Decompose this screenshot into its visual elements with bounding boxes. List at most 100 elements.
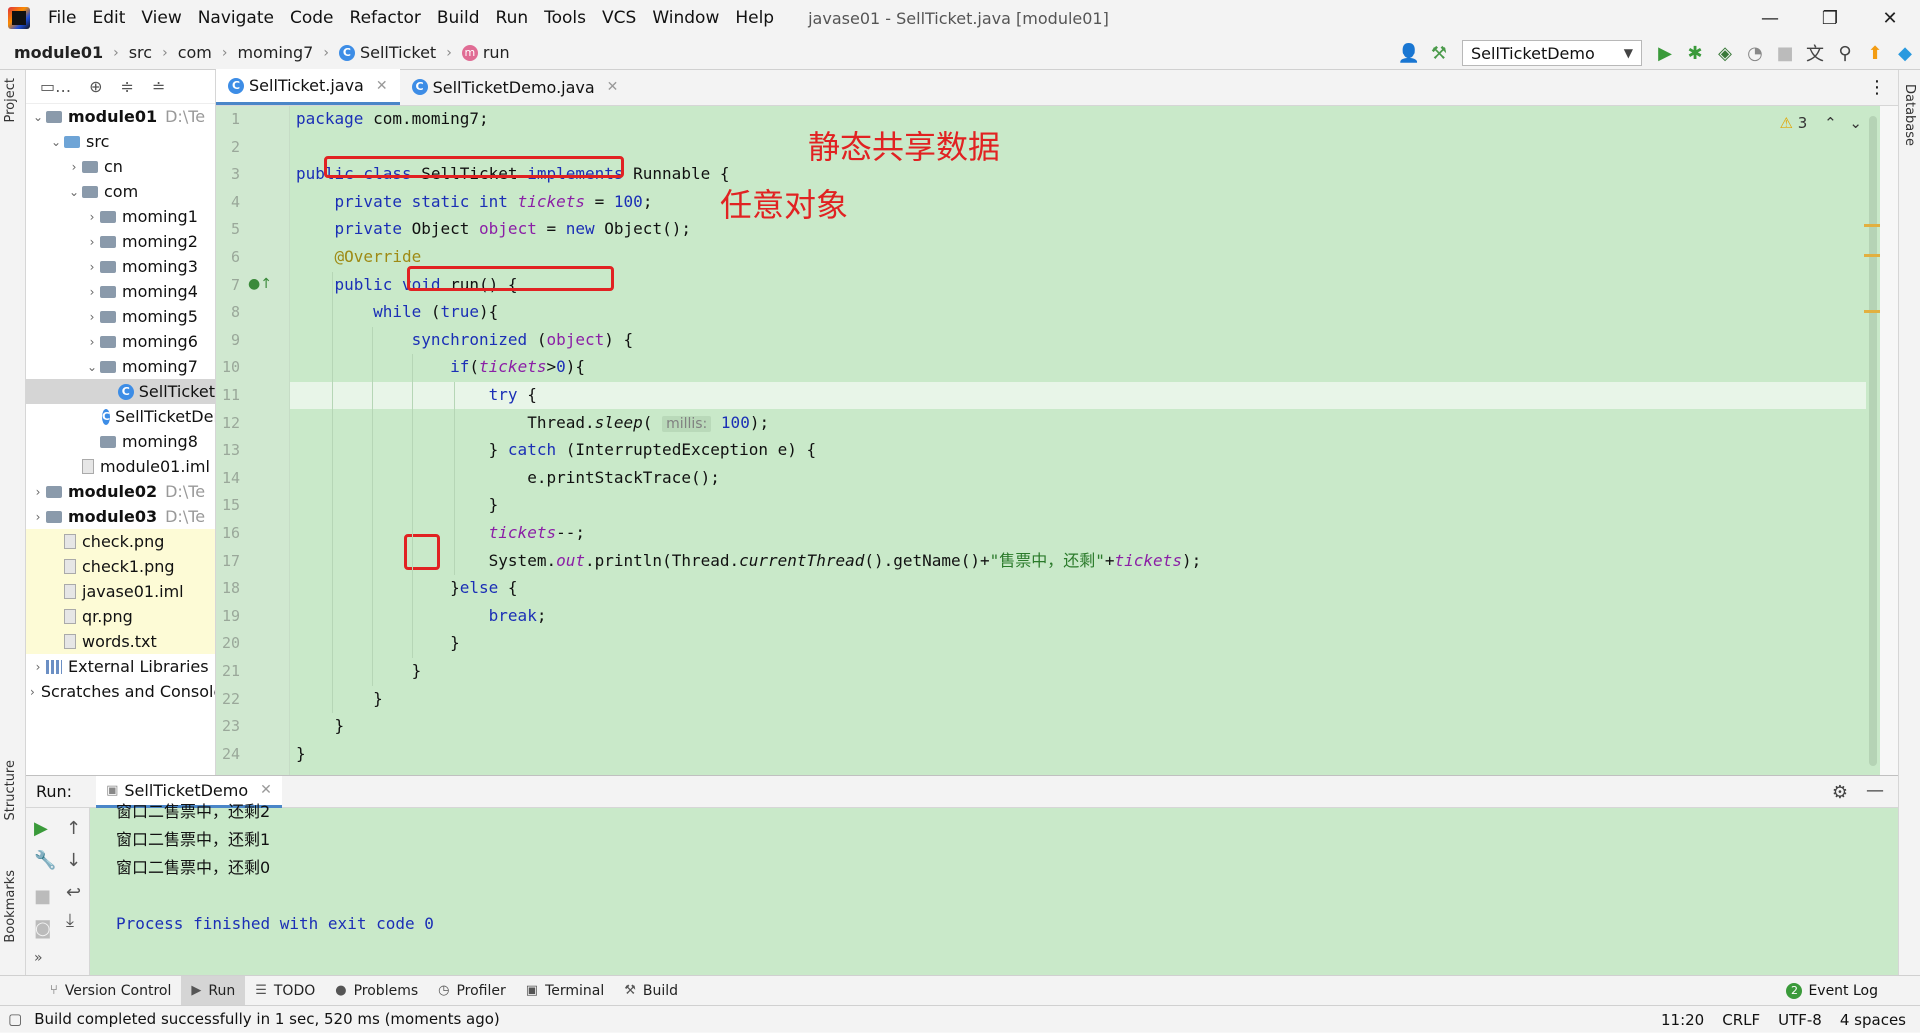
translate-icon[interactable]: 文	[1800, 38, 1830, 68]
menu-build[interactable]: Build	[429, 8, 488, 28]
user-icon[interactable]: 👤	[1394, 38, 1424, 68]
tree-item[interactable]: › moming2	[26, 229, 215, 254]
tree-item[interactable]: CSellTicketDemo	[26, 404, 215, 429]
structure-tool-tab[interactable]: Structure	[3, 760, 18, 820]
tool-tab-problems[interactable]: ● Problems	[325, 976, 428, 1006]
close-icon[interactable]: ✕	[607, 79, 619, 95]
console-output[interactable]: 窗口二售票中，还剩2 窗口二售票中，还剩1 窗口二售票中，还剩0 Process…	[116, 802, 434, 938]
chevron-right-icon[interactable]: ›	[66, 160, 82, 174]
line-separator[interactable]: CRLF	[1722, 1011, 1760, 1029]
warning-marker[interactable]	[1864, 310, 1880, 313]
logo-icon[interactable]: ◆	[1890, 38, 1920, 68]
debug-icon[interactable]: ✱	[1680, 38, 1710, 68]
chevron-right-icon[interactable]: ›	[84, 260, 100, 274]
gear-icon[interactable]: ⚙	[1832, 782, 1848, 803]
minimize-icon[interactable]: —	[1866, 780, 1884, 801]
camera-icon[interactable]: ◙	[34, 918, 51, 939]
hammer-icon[interactable]: ⚒	[1424, 38, 1454, 68]
caret-position[interactable]: 11:20	[1661, 1011, 1704, 1029]
bookmarks-tool-tab[interactable]: Bookmarks	[3, 870, 18, 943]
chevron-right-icon[interactable]: ›	[30, 685, 35, 699]
tree-item[interactable]: › External Libraries	[26, 654, 215, 679]
breadcrumb-method[interactable]: m run	[461, 43, 510, 62]
stop-icon[interactable]: ■	[1770, 38, 1800, 68]
menu-file[interactable]: File	[40, 8, 84, 28]
tool-tab-terminal[interactable]: ▣ Terminal	[516, 976, 614, 1006]
breadcrumb-src[interactable]: src	[129, 43, 152, 62]
menu-tools[interactable]: Tools	[536, 8, 594, 28]
chevron-down-icon[interactable]: ⌄	[66, 185, 82, 199]
chevron-right-icon[interactable]: ›	[84, 310, 100, 324]
wrench-icon[interactable]: 🔧	[34, 850, 56, 871]
warning-marker[interactable]	[1864, 254, 1880, 257]
tree-item[interactable]: › Scratches and Consoles	[26, 679, 215, 704]
inspection-widget[interactable]: ⚠ 3 ⌃ ⌄	[1780, 114, 1863, 132]
tool-tab-profiler[interactable]: ◷ Profiler	[428, 976, 516, 1006]
indent-setting[interactable]: 4 spaces	[1840, 1011, 1906, 1029]
soft-wrap-icon[interactable]: ↩	[66, 882, 81, 903]
collapse-all-icon[interactable]: ≐	[152, 77, 165, 96]
breadcrumb-package[interactable]: moming7	[237, 43, 313, 62]
locate-icon[interactable]: ⊕	[89, 77, 102, 96]
chevron-down-icon[interactable]: ⌄	[1849, 114, 1862, 132]
search-icon[interactable]: ⚲	[1830, 38, 1860, 68]
menu-help[interactable]: Help	[727, 8, 782, 28]
breadcrumb-module[interactable]: module01	[14, 43, 103, 62]
override-icon[interactable]: ●↑	[248, 276, 272, 292]
arrow-down-icon[interactable]: ↓	[66, 850, 81, 871]
chevron-right-icon[interactable]: ›	[30, 485, 46, 499]
status-panel-icon[interactable]: ▢	[8, 1010, 22, 1028]
chevron-down-icon[interactable]: ⌄	[48, 135, 64, 149]
menu-window[interactable]: Window	[644, 8, 727, 28]
menu-refactor[interactable]: Refactor	[342, 8, 429, 28]
tree-item[interactable]: › module03 D:\Te	[26, 504, 215, 529]
chevron-right-icon[interactable]: ›	[84, 285, 100, 299]
more-icon[interactable]: »	[34, 950, 43, 966]
event-log-button[interactable]: 2 Event Log	[1786, 976, 1878, 1006]
chevron-right-icon[interactable]: ›	[30, 510, 46, 524]
chevron-down-icon[interactable]: ⌄	[84, 360, 100, 374]
chevron-up-icon[interactable]: ⌃	[1824, 114, 1837, 132]
tree-item[interactable]: module01.iml	[26, 454, 215, 479]
database-tool-tab[interactable]: Database	[1902, 84, 1917, 146]
menu-vcs[interactable]: VCS	[594, 8, 644, 28]
chevron-right-icon[interactable]: ›	[84, 335, 100, 349]
menu-edit[interactable]: Edit	[84, 8, 133, 28]
tab-sellticket[interactable]: C SellTicket.java ✕	[216, 69, 400, 105]
tree-item[interactable]: ⌄ moming7	[26, 354, 215, 379]
tree-item[interactable]: ⌄ src	[26, 129, 215, 154]
tree-item[interactable]: ⌄ module01 D:\Te	[26, 104, 215, 129]
breadcrumb-com[interactable]: com	[178, 43, 212, 62]
tree-item[interactable]: check.png	[26, 529, 215, 554]
profile-icon[interactable]: ◔	[1740, 38, 1770, 68]
tool-tab-todo[interactable]: ☰ TODO	[245, 976, 325, 1006]
scrollbar-thumb[interactable]	[1869, 116, 1877, 766]
stop-icon[interactable]: ■	[34, 886, 51, 907]
arrow-up-icon[interactable]: ↑	[66, 818, 81, 839]
tool-tab-version-control[interactable]: ⑂ Version Control	[40, 976, 181, 1006]
menu-code[interactable]: Code	[282, 8, 342, 28]
tree-item[interactable]: moming8	[26, 429, 215, 454]
update-icon[interactable]: ⬆	[1860, 38, 1890, 68]
editor-scrollbar[interactable]	[1866, 106, 1880, 775]
tree-item[interactable]: check1.png	[26, 554, 215, 579]
tree-item[interactable]: ⌄ com	[26, 179, 215, 204]
tree-item[interactable]: › moming5	[26, 304, 215, 329]
tree-item[interactable]: › moming6	[26, 329, 215, 354]
coverage-icon[interactable]: ◈	[1710, 38, 1740, 68]
close-button[interactable]: ✕	[1860, 0, 1920, 36]
breadcrumb-class[interactable]: C SellTicket	[338, 43, 436, 62]
close-icon[interactable]: ✕	[376, 78, 388, 94]
tree-item[interactable]: › moming3	[26, 254, 215, 279]
chevron-down-icon[interactable]: ⌄	[30, 110, 46, 124]
status-message[interactable]: Build completed successfully in 1 sec, 5…	[34, 1010, 500, 1028]
tree-item[interactable]: › module02 D:\Te	[26, 479, 215, 504]
tree-item[interactable]: qr.png	[26, 604, 215, 629]
restore-button[interactable]: ❐	[1800, 0, 1860, 36]
tree-item[interactable]: › moming1	[26, 204, 215, 229]
file-encoding[interactable]: UTF-8	[1778, 1011, 1822, 1029]
menu-run[interactable]: Run	[488, 8, 537, 28]
tab-sellticketdemo[interactable]: C SellTicketDemo.java ✕	[400, 69, 631, 105]
rerun-icon[interactable]: ▶	[34, 818, 48, 839]
more-options-icon[interactable]: ⋮	[1868, 70, 1886, 106]
